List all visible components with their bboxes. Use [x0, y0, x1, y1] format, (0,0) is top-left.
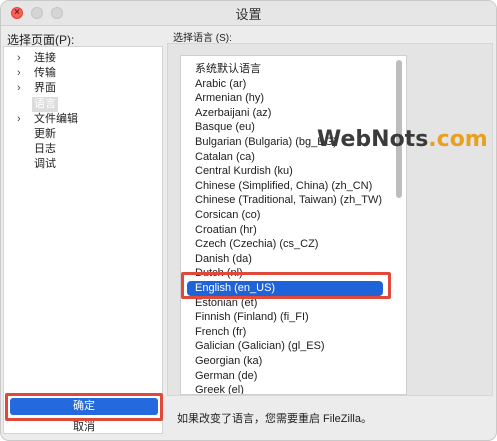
- page-tree: › 连接 › 传输 › 界面 语言 › 文件编辑更新日志调试: [3, 46, 163, 434]
- restart-note: 如果改变了语言，您需要重启 FileZilla。: [177, 413, 372, 425]
- language-option[interactable]: Croatian (hr): [187, 223, 383, 238]
- language-option[interactable]: 系统默认语言: [187, 62, 383, 77]
- language-option[interactable]: Chinese (Simplified, China) (zh_CN): [187, 179, 383, 194]
- sidebar-item[interactable]: 日志: [4, 142, 162, 157]
- sidebar-item-label: 更新: [34, 128, 56, 140]
- language-option[interactable]: Chinese (Traditional, Taiwan) (zh_TW): [187, 193, 383, 208]
- sidebar-item[interactable]: 调试: [4, 157, 162, 172]
- sidebar-item-label: 文件编辑: [34, 112, 78, 125]
- language-select-label: 选择语言 (S):: [173, 33, 232, 44]
- close-window-button[interactable]: [11, 7, 23, 19]
- language-option[interactable]: Georgian (ka): [187, 354, 383, 369]
- sidebar-item[interactable]: 语言: [4, 96, 162, 112]
- sidebar-item-label: 界面: [34, 82, 56, 95]
- window-controls: [11, 7, 63, 19]
- sidebar-item[interactable]: › 界面: [4, 81, 162, 96]
- ok-button[interactable]: 确定: [10, 398, 158, 415]
- sidebar-item[interactable]: › 连接: [4, 51, 162, 66]
- sidebar-item-label: 语言: [32, 96, 58, 112]
- language-option[interactable]: Arabic (ar): [187, 77, 383, 92]
- language-option[interactable]: Galician (Galician) (gl_ES): [187, 339, 383, 354]
- language-list[interactable]: 系统默认语言 Arabic (ar) Armenian (hy) Azerbaijan…: [180, 55, 407, 395]
- sidebar-item-label: 传输: [34, 67, 56, 80]
- language-option[interactable]: Czech (Czechia) (cs_CZ): [187, 237, 383, 252]
- settings-window: 设置 选择页面(P): ›连接›传输›界面语言›文件编辑更新日志调试 确定 取消…: [0, 0, 497, 441]
- sidebar-item-label: 连接: [34, 52, 56, 64]
- window-title: 设置: [235, 6, 262, 22]
- zoom-window-button[interactable]: [51, 7, 63, 19]
- watermark-logo: WebNots.com: [317, 127, 488, 152]
- language-option[interactable]: French (fr): [187, 325, 383, 340]
- language-option[interactable]: German (de): [187, 369, 383, 384]
- sidebar-item[interactable]: 更新: [4, 127, 162, 142]
- chevron-right-icon[interactable]: ›: [17, 51, 21, 66]
- chevron-right-icon[interactable]: ›: [17, 81, 21, 96]
- sidebar-item[interactable]: › 传输: [4, 66, 162, 81]
- sidebar-item[interactable]: › 文件编辑: [4, 112, 162, 127]
- chevron-right-icon[interactable]: ›: [17, 66, 21, 81]
- language-option[interactable]: Greek (el): [187, 383, 383, 394]
- language-option[interactable]: Azerbaijani (az): [187, 106, 383, 121]
- language-option[interactable]: Central Kurdish (ku): [187, 164, 383, 179]
- language-option[interactable]: Corsican (co): [187, 208, 383, 223]
- sidebar-item-label: 日志: [34, 143, 56, 156]
- title-bar: 设置: [1, 1, 496, 26]
- language-option[interactable]: Finnish (Finland) (fi_FI): [187, 310, 383, 325]
- language-option[interactable]: Armenian (hy): [187, 91, 383, 106]
- language-option[interactable]: Danish (da): [187, 252, 383, 267]
- sidebar-item-label: 调试: [34, 158, 56, 171]
- chevron-right-icon[interactable]: ›: [17, 112, 21, 127]
- english-highlight: [181, 272, 391, 299]
- minimize-window-button[interactable]: [31, 7, 43, 19]
- cancel-button[interactable]: 取消: [10, 419, 158, 436]
